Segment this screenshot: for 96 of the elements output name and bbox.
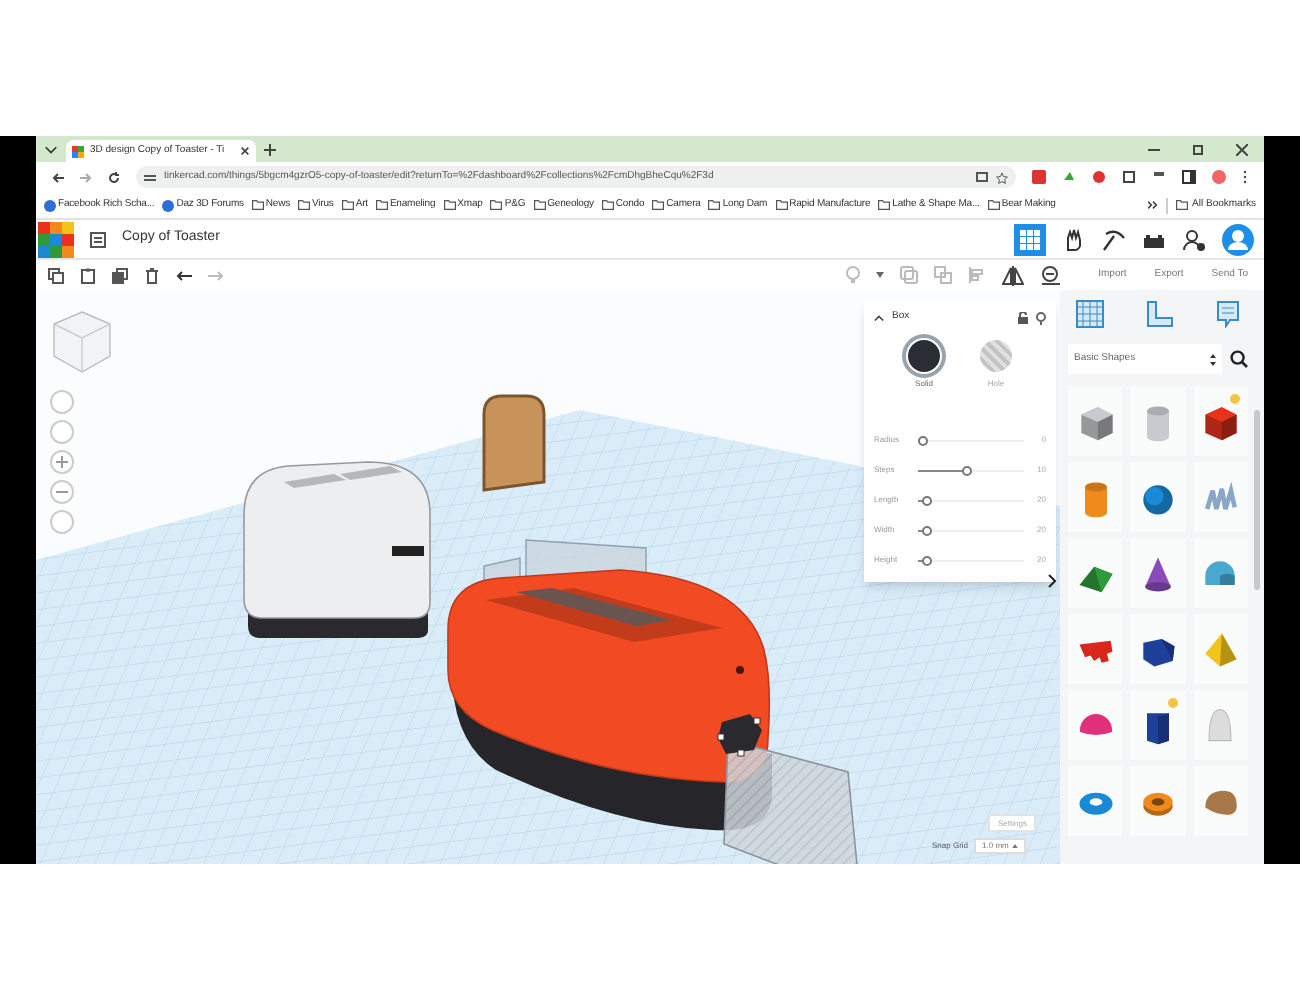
folder-icon [1176,200,1189,210]
zoom-out-button[interactable] [50,480,74,504]
slider-thumb[interactable] [922,555,933,565]
selected-toaster-drawing[interactable] [447,539,861,864]
slider-thumb[interactable] [922,495,933,505]
shape-tile[interactable] [1068,462,1123,532]
solid-swatch[interactable] [908,340,940,372]
folder-icon [443,200,456,210]
collapse-panel-icon[interactable] [1048,574,1056,588]
slider-track[interactable] [918,525,1024,535]
bulb-icon[interactable] [1036,311,1046,325]
zoom-in-button[interactable] [50,450,74,474]
minimize-icon[interactable] [1148,144,1160,156]
folder-icon [490,200,503,210]
folder-icon [341,200,354,210]
collapse-icon[interactable] [874,314,884,322]
hand-icon[interactable] [1062,227,1086,251]
folder-icon [708,200,721,210]
folder-icon [298,200,311,210]
logo-icon [38,221,74,257]
undo-icon[interactable] [176,267,192,283]
more-bookmarks-icon[interactable] [1148,200,1159,210]
close-icon[interactable] [240,146,250,156]
shape-tile[interactable] [1193,462,1248,532]
duplicate-icon[interactable] [112,267,128,283]
slider-track[interactable] [918,495,1024,505]
slider-thumb[interactable] [918,435,928,445]
note-icon[interactable] [1216,300,1240,328]
shape-tile[interactable] [1130,614,1186,684]
side-panel-icon[interactable] [1182,170,1196,184]
shape-tile[interactable] [1193,538,1248,608]
toast-drawing[interactable] [482,394,546,492]
profile-icon[interactable] [1212,170,1226,184]
avatar-icon[interactable] [1222,223,1254,255]
shape-tile[interactable] [1130,462,1186,532]
folder-icon [251,200,264,210]
tab-list-icon[interactable] [44,142,58,156]
caret-icon [1012,844,1019,848]
slider-track[interactable] [918,555,1024,565]
shape-tile[interactable] [1068,386,1123,456]
shape-tile[interactable] [1130,386,1186,456]
hole-swatch[interactable] [980,340,1012,372]
mirror-icon[interactable] [1002,265,1025,285]
shape-tile[interactable] [1193,690,1248,760]
add-user-icon[interactable] [1182,227,1206,251]
toaster-drawing[interactable] [243,461,431,638]
site-icon [72,145,84,157]
pickaxe-icon[interactable] [1102,227,1126,251]
shape-tile[interactable] [1193,386,1248,456]
site-icon [44,199,56,211]
folder-icon [775,200,788,210]
design-menu-icon[interactable] [90,231,106,247]
slider-thumb[interactable] [961,465,972,475]
shape-tile[interactable] [1193,766,1248,836]
ruler-icon[interactable] [1146,300,1174,328]
star-icon[interactable] [996,171,1008,183]
slider-thumb[interactable] [922,525,933,535]
workplane-icon[interactable] [1076,300,1104,328]
shape-tile[interactable] [1068,538,1123,608]
search-icon[interactable] [1230,350,1248,368]
back-icon[interactable] [52,171,64,183]
restore-icon[interactable] [1192,144,1204,156]
copy-icon[interactable] [48,267,64,283]
shape-tile[interactable] [1068,766,1123,836]
grid-view-button[interactable] [1014,223,1046,255]
shape-tile[interactable] [1193,614,1248,684]
install-icon[interactable] [976,171,988,183]
sort-icon [1210,353,1216,365]
caret-icon[interactable] [876,272,885,278]
shape-tile[interactable] [1130,766,1186,836]
folder-icon [533,200,546,210]
slider-track[interactable] [918,435,1024,445]
shape-tile[interactable] [1068,614,1123,684]
scrollbar-thumb[interactable] [1254,410,1260,590]
new-tab-icon[interactable] [264,144,276,156]
plus-icon [56,456,68,468]
folder-icon [375,200,388,210]
extensions-icon[interactable] [1122,170,1136,184]
extension-icon[interactable] [1092,170,1106,184]
folder-icon [601,200,614,210]
menu-icon[interactable] [1242,170,1248,184]
shape-tile[interactable] [1068,690,1123,760]
site-icon [162,199,175,211]
shape-tile[interactable] [1130,538,1186,608]
folder-icon [878,200,891,210]
delete-icon[interactable] [144,267,160,283]
folder-icon [987,200,1000,210]
folder-icon [652,200,665,210]
lock-icon[interactable] [1018,312,1028,324]
minus-icon [56,490,68,494]
close-icon[interactable] [1236,144,1248,156]
grid-icon [1020,229,1040,249]
site-settings-icon[interactable] [144,171,156,183]
shape-tile[interactable] [1130,690,1186,760]
reload-icon[interactable] [108,171,120,183]
paste-icon[interactable] [80,267,96,283]
